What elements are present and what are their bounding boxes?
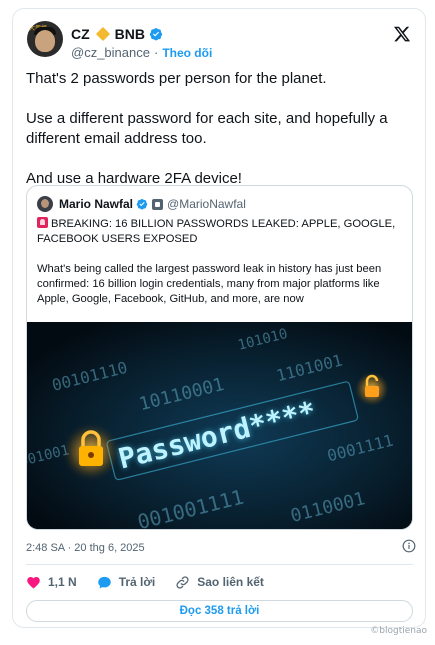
read-replies-button[interactable]: Đọc 358 trả lời (26, 600, 413, 622)
password-leak-illustration: 00101110 101010 10110001 1101001 001001 … (27, 322, 412, 529)
verified-badge-icon (149, 28, 163, 41)
avatar-face (35, 30, 55, 52)
siren-icon (37, 217, 48, 228)
watermark: ©blogtienao (370, 626, 427, 636)
quoted-body: What's being called the largest password… (37, 263, 382, 305)
quoted-text: BREAKING: 16 BILLION PASSWORDS LEAKED: A… (37, 217, 403, 307)
reply-label: Trả lời (118, 575, 156, 589)
author-badge-label: BNB (114, 26, 146, 42)
unlock-icon (356, 373, 388, 405)
tweet-header: 大周姐 CZ BNB @cz_binance · Theo dõi (13, 9, 425, 65)
quoted-headline: BREAKING: 16 BILLION PASSWORDS LEAKED: A… (37, 218, 396, 245)
quoted-image[interactable]: 00101110 101010 10110001 1101001 001001 … (27, 322, 412, 529)
quoted-author-handle: @MarioNawfal (167, 197, 246, 211)
quoted-headline-row: BREAKING: 16 BILLION PASSWORDS LEAKED: A… (37, 217, 403, 247)
tweet-meta: 2:48 SA · 20 thg 6, 2025 (26, 539, 416, 557)
quoted-verified-badge-icon (136, 199, 148, 210)
author-name-row[interactable]: CZ BNB (71, 25, 163, 43)
handle-separator: · (153, 45, 159, 60)
tweet-body-text: That's 2 passwords per person for the pl… (26, 70, 388, 187)
author-avatar[interactable]: 大周姐 (27, 21, 63, 57)
quoted-tweet[interactable]: Mario Nawfal @MarioNawfal BREAKING: 16 B… (26, 185, 413, 530)
bnb-diamond-icon (95, 26, 110, 42)
quoted-author-name: Mario Nawfal (59, 197, 134, 211)
quoted-author-avatar (37, 196, 53, 212)
link-icon (176, 575, 189, 589)
lock-icon (65, 426, 117, 478)
like-count: 1,1 N (48, 575, 77, 589)
tweet-timestamp[interactable]: 2:48 SA · 20 thg 6, 2025 (26, 542, 145, 554)
like-button[interactable]: 1,1 N (26, 575, 77, 590)
author-handle[interactable]: @cz_binance (71, 45, 150, 60)
affiliate-badge-icon (152, 198, 164, 210)
tweet-actions: 1,1 N Trả lời Sao liên kết (26, 572, 284, 592)
author-handle-row: @cz_binance · Theo dõi (71, 45, 212, 60)
copy-link-button[interactable]: Sao liên kết (175, 575, 264, 590)
tweet-card: 大周姐 CZ BNB @cz_binance · Theo dõi That's… (12, 8, 426, 628)
heart-icon (27, 576, 40, 588)
x-logo-icon[interactable] (393, 25, 411, 43)
reply-button[interactable]: Trả lời (97, 575, 156, 590)
follow-button[interactable]: Theo dõi (162, 46, 212, 60)
copy-link-label: Sao liên kết (197, 575, 264, 589)
author-display-name[interactable]: CZ (71, 26, 90, 42)
reply-bubble-icon (97, 576, 111, 588)
info-icon[interactable] (402, 539, 416, 553)
quoted-header: Mario Nawfal @MarioNawfal (37, 196, 246, 212)
actions-divider (26, 564, 413, 565)
